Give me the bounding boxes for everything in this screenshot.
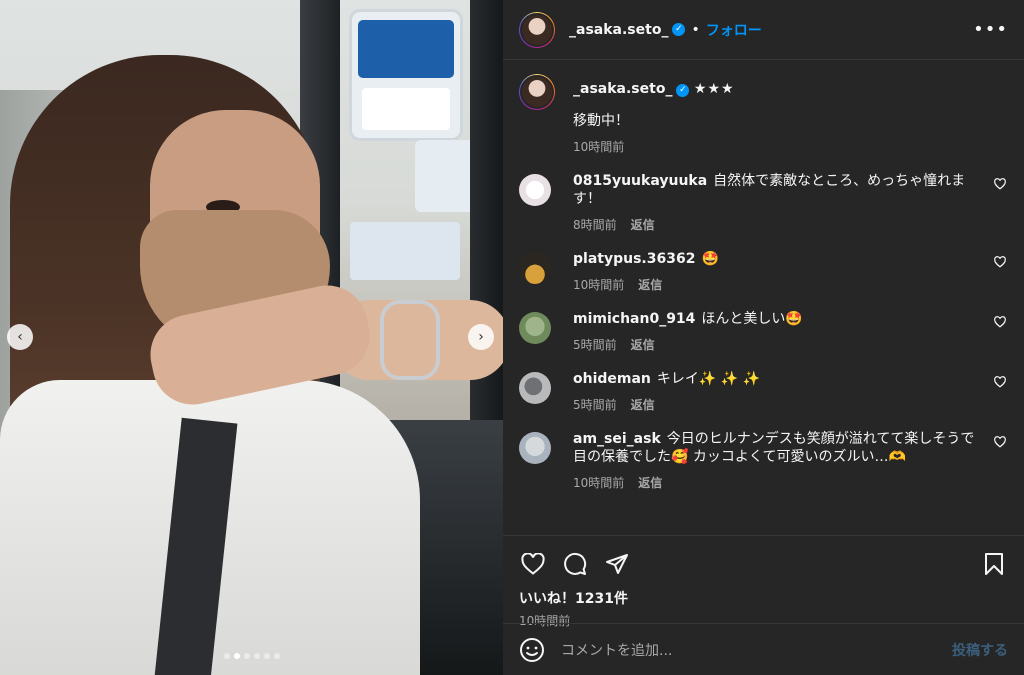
comment-row: 0815yuukayuuka 自然体で素敵なところ、めっちゃ憧れます！ 8時間前 返信 <box>519 172 1008 234</box>
reply-button[interactable]: 返信 <box>631 398 655 412</box>
commenter-username[interactable]: am_sei_ask <box>573 431 661 447</box>
comments-list: _asaka.seto_ ✓ ★★★ 移動中！ 10時間前 0815yuukayu… <box>503 60 1024 535</box>
comment-bubble-icon[interactable] <box>561 550 589 578</box>
comment-time[interactable]: 10時間前 <box>573 278 624 292</box>
carousel-dot <box>243 653 250 659</box>
comment-meta: 5時間前 返信 <box>573 336 978 354</box>
comment-meta: 10時間前 返信 <box>573 474 978 492</box>
post-modal: ‹ › _asaka.seto_ ✓ • フォロー ••• _asaka.set… <box>0 0 1024 675</box>
post-photo: ‹ › <box>0 0 503 675</box>
comment-time[interactable]: 10時間前 <box>573 476 624 490</box>
photo-bracelet <box>380 300 440 380</box>
post-side-panel: _asaka.seto_ ✓ • フォロー ••• _asaka.seto_ ✓ … <box>503 0 1024 675</box>
comment-meta: 5時間前 返信 <box>573 396 978 414</box>
verified-badge-icon: ✓ <box>672 23 686 36</box>
author-username[interactable]: _asaka.seto_ <box>569 22 668 38</box>
commenter-username[interactable]: 0815yuukayuuka <box>573 173 707 189</box>
caption-stars: ★★★ <box>693 81 735 97</box>
comment-time[interactable]: 5時間前 <box>573 338 617 352</box>
caption-avatar[interactable] <box>519 74 555 110</box>
photo-sign <box>352 12 460 138</box>
carousel-dot <box>233 653 240 659</box>
verified-badge-icon: ✓ <box>676 84 690 97</box>
comment-like-heart-icon[interactable] <box>994 436 1006 448</box>
carousel-next-button[interactable]: › <box>468 324 494 350</box>
commenter-username[interactable]: mimichan0_914 <box>573 311 695 327</box>
comment-meta: 8時間前 返信 <box>573 216 978 234</box>
comment-time[interactable]: 5時間前 <box>573 398 617 412</box>
caption-time: 10時間前 <box>573 140 625 154</box>
carousel-prev-button[interactable]: ‹ <box>7 324 33 350</box>
comment-like-heart-icon[interactable] <box>994 178 1006 190</box>
more-options-icon[interactable]: ••• <box>973 19 1008 40</box>
header-separator: • <box>691 21 700 38</box>
comment-text: 🤩 <box>701 251 719 267</box>
carousel-dot <box>223 653 230 659</box>
photo-panel <box>350 222 460 280</box>
commenter-avatar[interactable] <box>519 312 551 344</box>
comment-row: mimichan0_914 ほんと美しい🤩 5時間前 返信 <box>519 310 1008 354</box>
caption: _asaka.seto_ ✓ ★★★ 移動中！ 10時間前 <box>519 74 1008 156</box>
comment-like-heart-icon[interactable] <box>994 376 1006 388</box>
caption-username[interactable]: _asaka.seto_ <box>573 81 672 97</box>
share-send-icon[interactable] <box>603 550 631 578</box>
add-comment-bar: コメントを追加... 投稿する <box>503 623 1024 675</box>
avatar-image <box>520 12 554 47</box>
carousel-dots <box>0 653 503 659</box>
commenter-avatar[interactable] <box>519 372 551 404</box>
comment-time[interactable]: 8時間前 <box>573 218 617 232</box>
comment-input[interactable]: コメントを追加... <box>561 640 952 660</box>
author-avatar[interactable] <box>519 11 555 48</box>
post-comment-button[interactable]: 投稿する <box>952 640 1008 660</box>
like-heart-icon[interactable] <box>519 550 547 578</box>
bookmark-icon[interactable] <box>980 550 1008 578</box>
reply-button[interactable]: 返信 <box>631 338 655 352</box>
comment-like-heart-icon[interactable] <box>994 316 1006 328</box>
follow-button[interactable]: フォロー <box>706 20 762 40</box>
commenter-avatar[interactable] <box>519 252 551 284</box>
comment-meta: 10時間前 返信 <box>573 276 978 294</box>
commenter-avatar[interactable] <box>519 174 551 206</box>
avatar-image <box>520 75 554 109</box>
comment-row: platypus.36362 🤩 10時間前 返信 <box>519 250 1008 294</box>
caption-text: 移動中！ <box>573 113 629 129</box>
comment-row: am_sei_ask 今日のヒルナンデスも笑顔が溢れてて楽しそうで目の保養でした🥰… <box>519 430 1008 492</box>
carousel-dot <box>273 653 280 659</box>
comment-text: キレイ✨ ✨ ✨ <box>656 371 761 387</box>
carousel-dot <box>263 653 270 659</box>
commenter-avatar[interactable] <box>519 432 551 464</box>
emoji-icon[interactable] <box>519 637 545 663</box>
comment-like-heart-icon[interactable] <box>994 256 1006 268</box>
carousel-dot <box>253 653 260 659</box>
like-count[interactable]: いいね！1231件 <box>519 588 1008 608</box>
commenter-username[interactable]: ohideman <box>573 371 651 387</box>
commenter-username[interactable]: platypus.36362 <box>573 251 695 267</box>
reply-button[interactable]: 返信 <box>631 218 655 232</box>
reply-button[interactable]: 返信 <box>638 278 662 292</box>
comment-row: ohideman キレイ✨ ✨ ✨ 5時間前 返信 <box>519 370 1008 414</box>
comment-text: ほんと美しい🤩 <box>701 311 803 327</box>
post-header: _asaka.seto_ ✓ • フォロー ••• <box>503 0 1024 60</box>
reply-button[interactable]: 返信 <box>638 476 662 490</box>
